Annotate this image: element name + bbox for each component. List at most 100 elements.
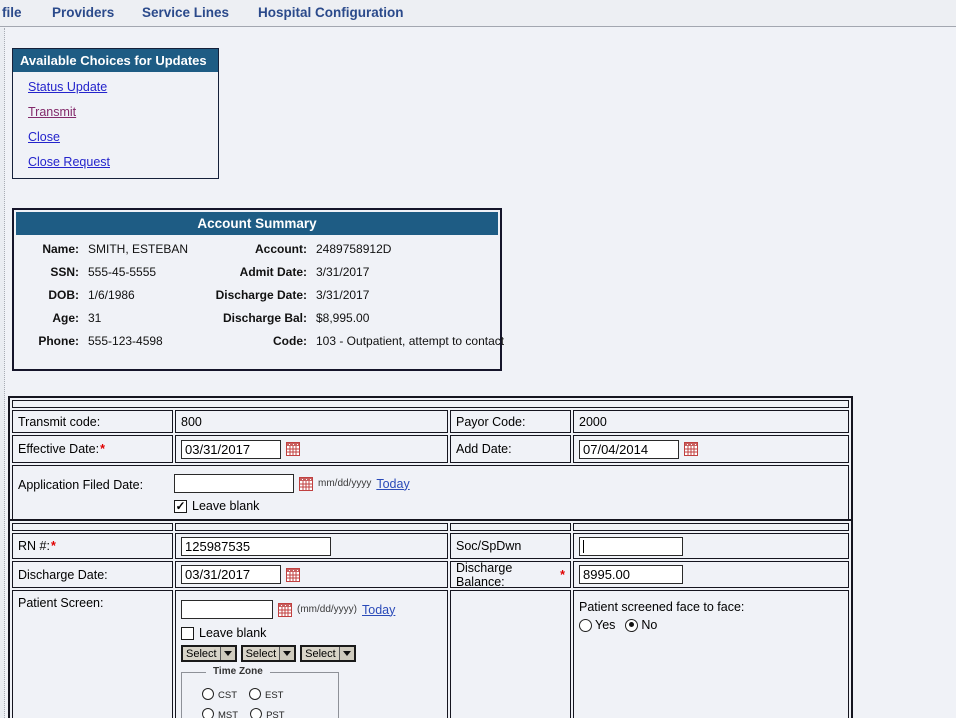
time-zone-legend: Time Zone [206, 666, 270, 677]
ssn-label: SSN: [24, 265, 79, 279]
required-marker: * [100, 442, 105, 456]
timezone-radio-pst[interactable] [250, 708, 262, 718]
leave-blank-label: Leave blank [192, 499, 259, 513]
nav-item-file[interactable]: file [2, 5, 22, 20]
discharge-balance-label: Discharge Balance:* [450, 561, 571, 588]
available-choices-panel: Available Choices for Updates Status Upd… [12, 48, 219, 179]
page: file Providers Service Lines Hospital Co… [0, 0, 956, 718]
available-choices-links: Status Update Transmit Close Close Reque… [13, 72, 218, 169]
discharge-date-field-label: Discharge Date: [12, 561, 173, 588]
effective-date-label: Effective Date:* [12, 435, 173, 463]
chevron-down-icon [279, 647, 294, 660]
payor-code-value: 2000 [573, 410, 849, 433]
nav-item-hospital-configuration[interactable]: Hospital Configuration [258, 5, 404, 20]
calendar-icon[interactable] [286, 568, 300, 582]
soc-spdwn-cell [573, 533, 849, 559]
phone-value: 555-123-4598 [79, 334, 209, 348]
chevron-down-icon [220, 647, 235, 660]
admit-date-value: 3/31/2017 [307, 265, 504, 279]
table2-spacer-cell [12, 523, 173, 531]
text-cursor [583, 540, 584, 553]
timezone-label-mst: MST [218, 710, 238, 718]
timezone-label-cst: CST [218, 690, 237, 701]
calendar-icon[interactable] [299, 477, 313, 491]
effective-date-cell [175, 435, 448, 463]
code-value: 103 - Outpatient, attempt to contact [307, 334, 504, 348]
table2-spacer-cell [175, 523, 448, 531]
add-date-cell [573, 435, 849, 463]
patient-screen-label: Patient Screen: [12, 590, 173, 718]
select-dropdown-2[interactable]: Select [241, 645, 297, 662]
discharge-date-label: Discharge Date: [209, 288, 307, 302]
timezone-radio-est[interactable] [249, 688, 261, 700]
transmit-code-label: Transmit code: [12, 410, 173, 433]
page-left-edge-divider [0, 28, 5, 718]
today-link[interactable]: Today [362, 603, 395, 617]
application-filed-date-fields: mm/dd/yyyy Today ✓ Leave blank [174, 471, 410, 513]
soc-spdwn-label: Soc/SpDwn [450, 533, 571, 559]
screened-label-yes: Yes [595, 618, 615, 632]
select-dropdown-3[interactable]: Select [300, 645, 356, 662]
available-choices-title: Available Choices for Updates [13, 49, 218, 72]
leave-blank-label: Leave blank [199, 626, 266, 640]
link-status-update[interactable]: Status Update [28, 80, 218, 94]
timezone-radio-mst[interactable] [202, 708, 214, 718]
add-date-input[interactable] [579, 440, 679, 459]
discharge-date-input[interactable] [181, 565, 281, 584]
calendar-icon[interactable] [286, 442, 300, 456]
link-close-request[interactable]: Close Request [28, 155, 218, 169]
patient-screen-empty-cell [450, 590, 571, 718]
patient-screened-cell: Patient screened face to face: Yes No [573, 590, 849, 718]
screened-label-no: No [641, 618, 657, 632]
soc-spdwn-input[interactable] [579, 537, 683, 556]
date-format-hint: (mm/dd/yyyy) [297, 604, 357, 615]
link-close[interactable]: Close [28, 130, 218, 144]
top-nav: file Providers Service Lines Hospital Co… [0, 0, 956, 27]
payor-code-label: Payor Code: [450, 410, 571, 433]
required-marker: * [51, 539, 56, 553]
calendar-icon[interactable] [278, 603, 292, 617]
age-value: 31 [79, 311, 209, 325]
form-table-transmit: Transmit code: 800 Payor Code: 2000 Effe… [8, 396, 853, 525]
patient-screen-date-input[interactable] [181, 600, 273, 619]
name-value: SMITH, ESTEBAN [79, 242, 209, 256]
screened-radio-yes[interactable] [579, 619, 592, 632]
admit-date-label: Admit Date: [209, 265, 307, 279]
table2-spacer-cell [573, 523, 849, 531]
phone-label: Phone: [24, 334, 79, 348]
timezone-radio-cst[interactable] [202, 688, 214, 700]
discharge-bal-label: Discharge Bal: [209, 311, 307, 325]
table2-spacer-cell [450, 523, 571, 531]
timezone-label-pst: PST [266, 710, 284, 718]
leave-blank-checkbox[interactable]: ✓ [174, 500, 187, 513]
select-dropdown-1[interactable]: Select [181, 645, 237, 662]
code-label: Code: [209, 334, 307, 348]
effective-date-input[interactable] [181, 440, 281, 459]
application-filed-date-label: Application Filed Date: [18, 471, 174, 492]
application-filed-date-input[interactable] [174, 474, 294, 493]
form-table-patient: RN #:* Soc/SpDwn Discharge Date: Dischar… [8, 519, 853, 718]
calendar-icon[interactable] [684, 442, 698, 456]
dob-label: DOB: [24, 288, 79, 302]
account-summary-grid: Name: SMITH, ESTEBAN Account: 2489758912… [16, 242, 498, 348]
today-link[interactable]: Today [376, 477, 409, 491]
discharge-date-cell [175, 561, 448, 588]
rn-number-cell [175, 533, 448, 559]
required-marker: * [560, 568, 565, 582]
nav-item-service-lines[interactable]: Service Lines [142, 5, 229, 20]
add-date-label: Add Date: [450, 435, 571, 463]
link-transmit[interactable]: Transmit [28, 105, 218, 119]
discharge-bal-value: $8,995.00 [307, 311, 504, 325]
discharge-balance-input[interactable] [579, 565, 683, 584]
time-zone-fieldset: Time Zone CST EST MST PST [181, 672, 339, 718]
patient-screen-cell: (mm/dd/yyyy) Today Leave blank Select Se… [175, 590, 448, 718]
patient-screened-label: Patient screened face to face: [579, 600, 843, 614]
account-summary-panel: Account Summary Name: SMITH, ESTEBAN Acc… [12, 208, 502, 371]
leave-blank-checkbox[interactable] [181, 627, 194, 640]
chevron-down-icon [339, 647, 354, 660]
screened-radio-no[interactable] [625, 619, 638, 632]
date-format-hint: mm/dd/yyyy [318, 478, 371, 489]
rn-number-input[interactable] [181, 537, 331, 556]
nav-item-providers[interactable]: Providers [52, 5, 114, 20]
account-value: 2489758912D [307, 242, 504, 256]
